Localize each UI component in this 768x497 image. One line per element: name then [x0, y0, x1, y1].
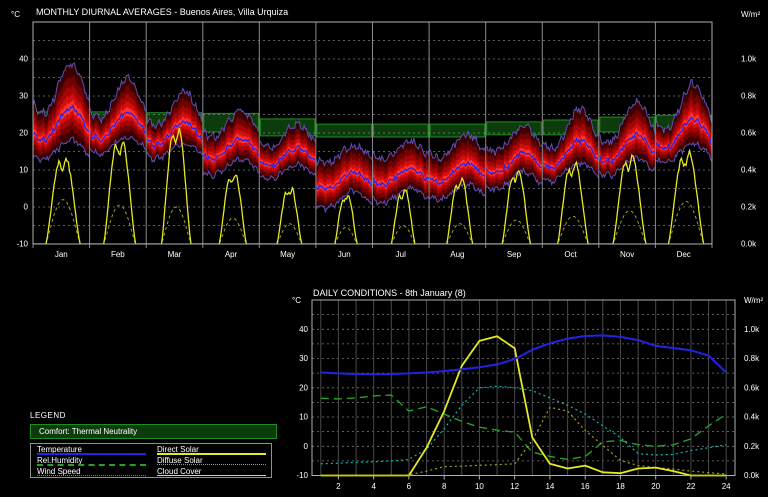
- month-label: Sep: [507, 250, 522, 259]
- monthly-y-right-tick: 0.6k: [741, 129, 757, 138]
- daily-y-left-tick: 40: [299, 325, 308, 334]
- hour-tick-label: 20: [651, 482, 660, 491]
- daily-y-right-tick: 0.4k: [744, 413, 760, 422]
- daily-y-right-tick: 0.2k: [744, 442, 760, 451]
- monthly-y-right-unit: W/m²: [741, 10, 760, 19]
- daily-y-right-tick: 0.6k: [744, 383, 760, 392]
- month-label: Mar: [168, 250, 182, 259]
- daily-y-right-tick: 0.8k: [744, 354, 760, 363]
- month-label: Feb: [111, 250, 125, 259]
- daily-y-right-unit: W/m²: [744, 296, 763, 305]
- monthly-y-left-tick: -10: [16, 240, 28, 249]
- daily-y-left-tick: -10: [296, 471, 308, 480]
- monthly-y-right-tick: 0.0k: [741, 240, 757, 249]
- daily-y-left-tick: 20: [299, 383, 308, 392]
- hour-tick-label: 16: [581, 482, 590, 491]
- month-label: Jul: [396, 250, 406, 259]
- hour-tick-label: 4: [371, 482, 376, 491]
- month-label: Jan: [55, 250, 68, 259]
- daily-y-left-tick: 30: [299, 354, 308, 363]
- monthly-y-left-tick: 40: [19, 55, 28, 64]
- daily-chart-plot-area[interactable]: [312, 300, 735, 476]
- daily-y-left-tick: 10: [299, 413, 308, 422]
- weather-tool-screen: MONTHLY DIURNAL AVERAGES - Buenos Aires,…: [0, 0, 768, 497]
- comfort-band-legend: Comfort: Thermal Neutrality: [30, 424, 277, 439]
- daily-y-right-tick: 0.0k: [744, 471, 760, 480]
- legend-item-diffuse-solar: Diffuse Solar: [151, 455, 271, 466]
- cloud-cover-line-swatch: [157, 475, 266, 476]
- daily-y-left-tick: 0: [304, 442, 309, 451]
- wind-speed-line-swatch: [37, 475, 146, 476]
- hour-tick-label: 6: [407, 482, 412, 491]
- month-label: Dec: [677, 250, 691, 259]
- diffuse-solar-line-swatch: [157, 464, 266, 465]
- daily-y-left-unit: °C: [292, 296, 301, 305]
- month-label: Aug: [450, 250, 464, 259]
- daily-y-right-tick: 1.0k: [744, 325, 760, 334]
- monthly-y-right-tick: 1.0k: [741, 55, 757, 64]
- monthly-y-right-tick: 0.2k: [741, 203, 757, 212]
- hour-tick-label: 10: [475, 482, 484, 491]
- monthly-chart-title: MONTHLY DIURNAL AVERAGES - Buenos Aires,…: [36, 7, 288, 17]
- hour-tick-label: 18: [616, 482, 625, 491]
- month-label: Jun: [338, 250, 351, 259]
- monthly-y-right-tick: 0.4k: [741, 166, 757, 175]
- monthly-y-left-tick: 20: [19, 129, 28, 138]
- hour-tick-label: 24: [722, 482, 731, 491]
- month-label: Apr: [225, 250, 238, 259]
- monthly-y-left-tick: 0: [24, 203, 29, 212]
- month-label: Oct: [564, 250, 577, 259]
- legend-item-wind-speed: Wind Speed: [31, 466, 151, 477]
- legend-item-cloud-cover: Cloud Cover: [151, 466, 271, 477]
- legend-box: Temperature Direct Solar Rel.Humidity Di…: [30, 443, 272, 478]
- monthly-y-right-tick: 0.8k: [741, 92, 757, 101]
- hour-tick-label: 2: [336, 482, 341, 491]
- legend-item-temperature: Temperature: [31, 444, 151, 455]
- monthly-chart-plot-area[interactable]: [33, 22, 712, 244]
- monthly-y-left-tick: 10: [19, 166, 28, 175]
- hour-tick-label: 12: [510, 482, 519, 491]
- legend-heading: LEGEND: [30, 411, 66, 420]
- hour-tick-label: 22: [686, 482, 695, 491]
- hour-tick-label: 8: [442, 482, 447, 491]
- comfort-band-label: Comfort: Thermal Neutrality: [39, 427, 137, 436]
- legend-item-direct-solar: Direct Solar: [151, 444, 271, 455]
- month-label: Nov: [620, 250, 634, 259]
- daily-chart-title: DAILY CONDITIONS - 8th January (8): [313, 288, 466, 298]
- monthly-y-left-unit: °C: [11, 10, 20, 19]
- charts-canvas: MONTHLY DIURNAL AVERAGES - Buenos Aires,…: [0, 0, 768, 497]
- legend-item-rel-humidity: Rel.Humidity: [31, 455, 151, 466]
- hour-tick-label: 14: [545, 482, 554, 491]
- monthly-y-left-tick: 30: [19, 92, 28, 101]
- month-label: May: [280, 250, 295, 259]
